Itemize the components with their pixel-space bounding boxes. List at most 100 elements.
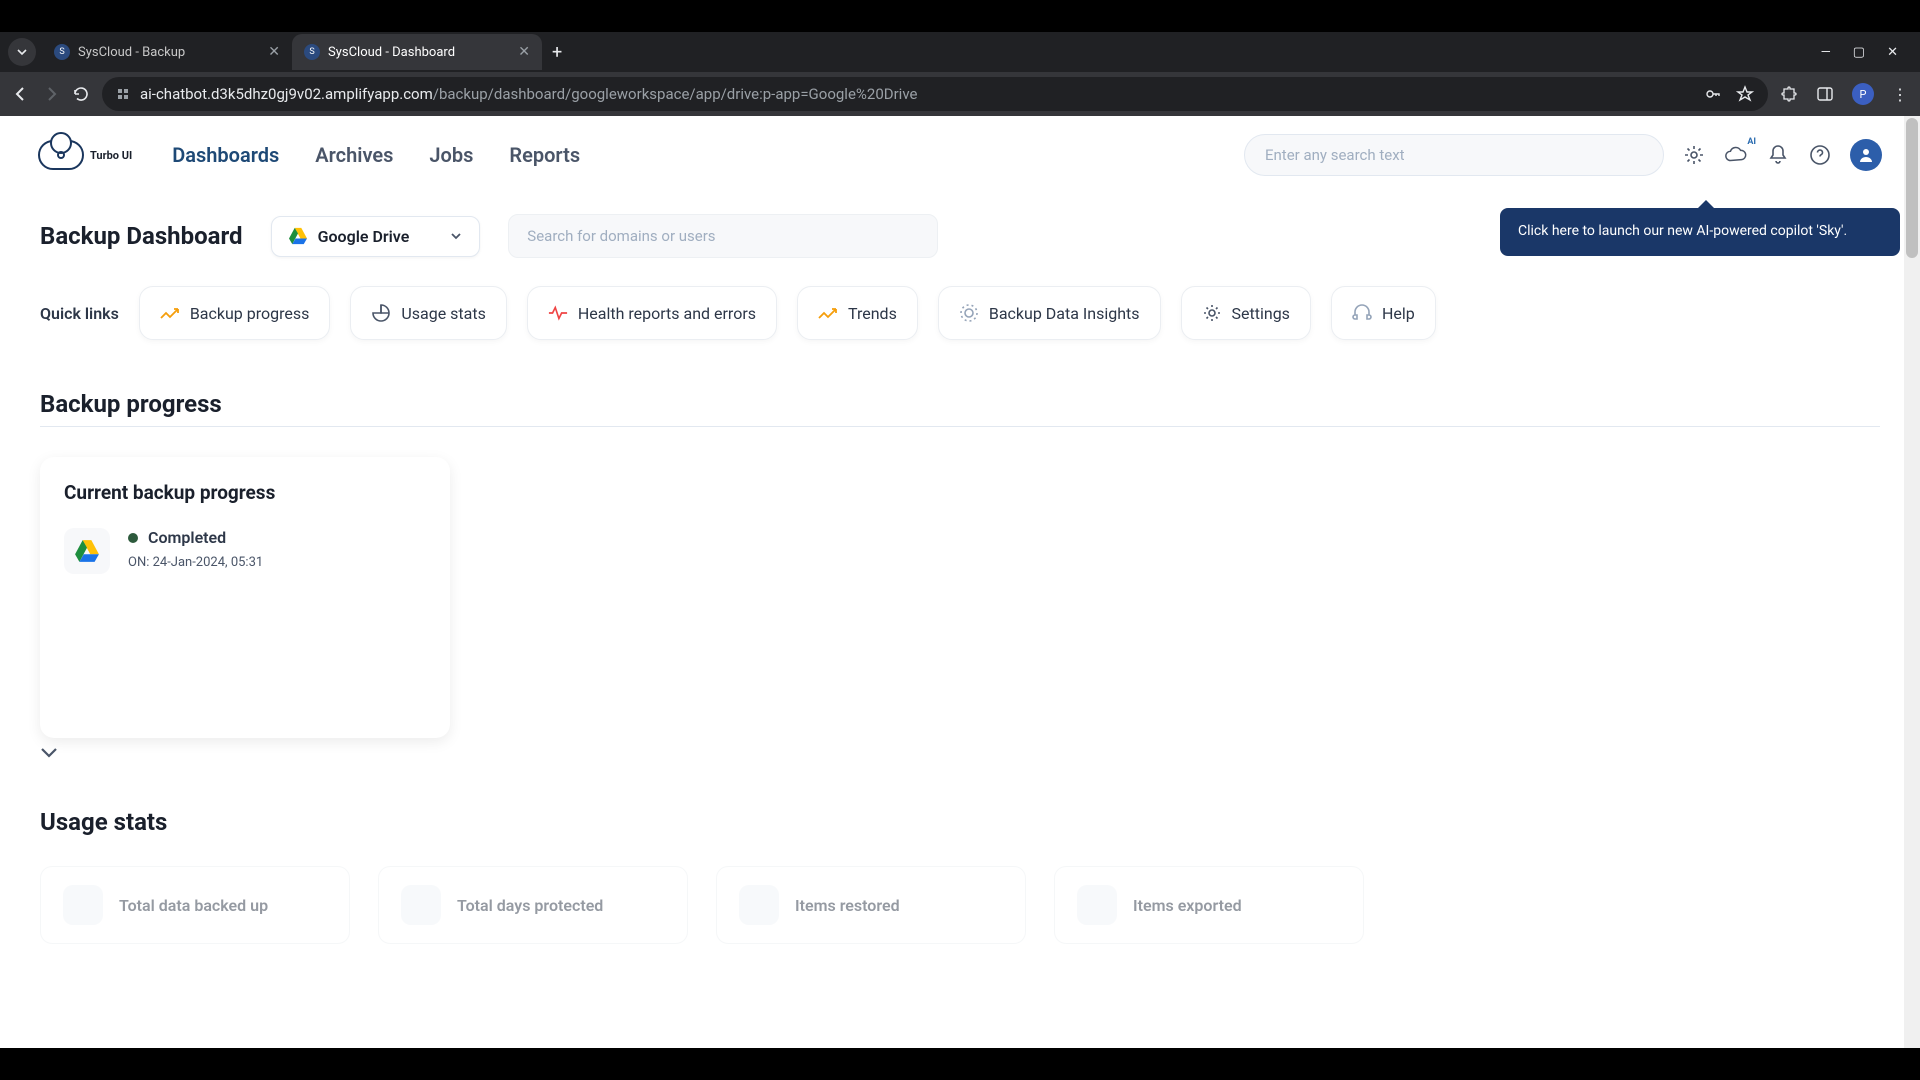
cloud-ai-icon	[1724, 145, 1748, 165]
page-content: Backup Dashboard Google Drive Search for…	[0, 194, 1920, 1024]
forward-button[interactable]	[42, 85, 60, 103]
domain-search-input[interactable]: Search for domains or users	[508, 214, 938, 258]
global-search-input[interactable]: Enter any search text	[1244, 134, 1664, 176]
card-expand-button[interactable]	[40, 746, 1880, 758]
ql-label: Help	[1382, 304, 1415, 323]
search-placeholder: Enter any search text	[1265, 146, 1405, 164]
close-tab-button[interactable]: ✕	[268, 44, 280, 60]
tabs-dropdown-button[interactable]	[8, 38, 36, 66]
chrome-menu-button[interactable]: ⋮	[1892, 85, 1908, 104]
status-info: Completed ON: 24-Jan-2024, 05:31	[128, 528, 263, 570]
tab-backup[interactable]: S SysCloud - Backup ✕	[42, 34, 292, 70]
maximize-button[interactable]: ▢	[1853, 45, 1865, 60]
selector-label: Google Drive	[318, 227, 410, 246]
insights-icon	[959, 303, 979, 323]
ai-copilot-tooltip: Click here to launch our new AI-powered …	[1500, 208, 1900, 256]
section-title-backup-progress: Backup progress	[40, 390, 1880, 418]
settings-button[interactable]	[1682, 143, 1706, 167]
nav-jobs[interactable]: Jobs	[429, 143, 473, 167]
address-bar[interactable]: ai-chatbot.d3k5dhz0gj9v02.amplifyapp.com…	[102, 77, 1768, 111]
chevron-down-icon	[449, 229, 463, 243]
chevron-down-icon	[40, 746, 58, 758]
site-settings-icon	[116, 87, 130, 101]
close-window-button[interactable]: ✕	[1887, 45, 1898, 60]
nav-archives[interactable]: Archives	[315, 143, 393, 167]
ql-trends[interactable]: Trends	[797, 286, 918, 340]
password-key-icon[interactable]	[1704, 85, 1722, 103]
ql-label: Settings	[1232, 304, 1290, 323]
stat-label: Items restored	[795, 896, 900, 915]
tooltip-text: Click here to launch our new AI-powered …	[1518, 223, 1847, 239]
ql-label: Usage stats	[401, 304, 485, 323]
stat-icon	[63, 885, 103, 925]
chevron-down-icon	[16, 46, 28, 58]
trending-icon	[818, 303, 838, 323]
ai-copilot-button[interactable]: AI	[1724, 143, 1748, 167]
divider	[40, 426, 1880, 427]
logo[interactable]: Turbo UI	[38, 140, 132, 170]
user-avatar-button[interactable]	[1850, 139, 1882, 171]
scrollbar-track[interactable]	[1904, 116, 1920, 1048]
stat-label: Items exported	[1133, 896, 1242, 915]
ql-health-reports[interactable]: Health reports and errors	[527, 286, 777, 340]
pie-icon	[371, 303, 391, 323]
tab-dashboard[interactable]: S SysCloud - Dashboard ✕	[292, 34, 542, 70]
new-tab-button[interactable]: +	[552, 42, 562, 63]
stat-icon	[1077, 885, 1117, 925]
help-button[interactable]	[1808, 143, 1832, 167]
google-drive-icon	[288, 227, 308, 245]
status-line: Completed	[128, 528, 263, 547]
toolbar-icons: P ⋮	[1780, 83, 1908, 105]
stat-label: Total days protected	[457, 896, 603, 915]
status-app-icon	[64, 528, 110, 574]
reload-button[interactable]	[72, 85, 90, 103]
syscloud-favicon: S	[304, 44, 320, 60]
section-title-usage-stats: Usage stats	[40, 808, 1880, 836]
scrollbar-thumb[interactable]	[1906, 118, 1918, 258]
notifications-button[interactable]	[1766, 143, 1790, 167]
close-tab-button[interactable]: ✕	[518, 44, 530, 60]
panel-icon	[1816, 85, 1834, 103]
ai-badge: AI	[1747, 137, 1756, 147]
stat-icon	[739, 885, 779, 925]
ql-label: Backup Data Insights	[989, 304, 1140, 323]
header-right: Enter any search text AI	[1244, 134, 1882, 176]
app-selector-dropdown[interactable]: Google Drive	[271, 216, 481, 257]
help-circle-icon	[1809, 144, 1831, 166]
profile-button[interactable]: P	[1852, 83, 1874, 105]
stat-card-items-restored[interactable]: Items restored	[716, 866, 1026, 944]
gear-icon	[1683, 144, 1705, 166]
tab-title: SysCloud - Backup	[78, 45, 185, 60]
page-viewport: Turbo UI Dashboards Archives Jobs Report…	[0, 116, 1920, 1048]
os-top-bar	[0, 0, 1920, 32]
status-label: Completed	[148, 528, 226, 547]
ql-backup-progress[interactable]: Backup progress	[139, 286, 331, 340]
back-button[interactable]	[12, 85, 30, 103]
extensions-button[interactable]	[1780, 85, 1798, 103]
arrow-right-icon	[42, 85, 60, 103]
ql-insights[interactable]: Backup Data Insights	[938, 286, 1161, 340]
stat-card-days-protected[interactable]: Total days protected	[378, 866, 688, 944]
ql-label: Backup progress	[190, 304, 310, 323]
quick-links-row: Quick links Backup progress Usage stats …	[40, 286, 1880, 340]
ql-help[interactable]: Help	[1331, 286, 1436, 340]
trending-icon	[160, 303, 180, 323]
bookmark-star-icon[interactable]	[1736, 85, 1754, 103]
nav-dashboards[interactable]: Dashboards	[172, 143, 279, 167]
bell-icon	[1768, 144, 1788, 166]
status-row: Completed ON: 24-Jan-2024, 05:31	[64, 528, 426, 574]
stat-card-total-data[interactable]: Total data backed up	[40, 866, 350, 944]
os-bottom-bar	[0, 1048, 1920, 1080]
sidepanel-button[interactable]	[1816, 85, 1834, 103]
minimize-button[interactable]: —	[1821, 45, 1831, 60]
ql-usage-stats[interactable]: Usage stats	[350, 286, 506, 340]
stat-card-items-exported[interactable]: Items exported	[1054, 866, 1364, 944]
domain-search-placeholder: Search for domains or users	[527, 227, 715, 245]
nav-reports[interactable]: Reports	[509, 143, 580, 167]
cloud-icon	[38, 140, 84, 170]
current-backup-card: Current backup progress Completed ON: 24…	[40, 457, 450, 738]
browser-chrome: S SysCloud - Backup ✕ S SysCloud - Dashb…	[0, 32, 1920, 116]
google-drive-icon	[74, 539, 100, 563]
ql-settings[interactable]: Settings	[1181, 286, 1311, 340]
status-timestamp: ON: 24-Jan-2024, 05:31	[128, 555, 263, 570]
